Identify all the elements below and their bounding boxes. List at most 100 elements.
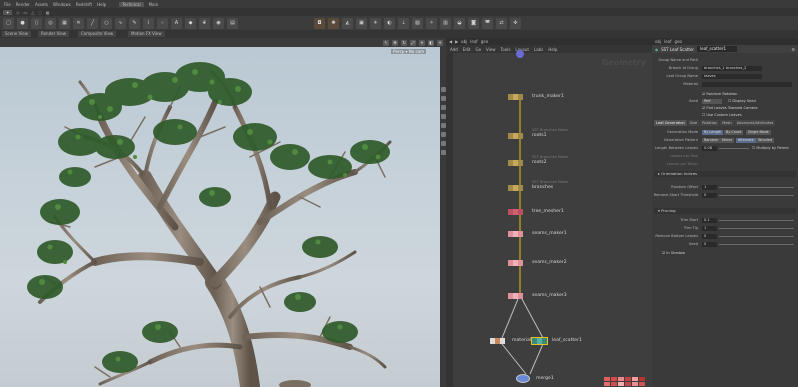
menu-assets[interactable]: Assets	[35, 2, 48, 7]
node-branches[interactable]	[508, 185, 523, 191]
node-seams-maker2[interactable]	[508, 260, 523, 266]
rotate-icon[interactable]: ↻	[401, 39, 407, 46]
volume-light-tool-icon[interactable]: ▧	[412, 17, 423, 29]
node-roots1[interactable]	[508, 133, 523, 139]
env-light-tool-icon[interactable]: ◐	[384, 17, 395, 29]
path-tool-icon[interactable]: ⌇	[143, 17, 154, 29]
grid-tool-icon[interactable]: ▦	[59, 17, 70, 29]
spot-light-tool-icon[interactable]: ◭	[342, 17, 353, 29]
node-seams-maker1[interactable]	[508, 231, 523, 237]
param-checkbox-row[interactable]: ☑ Flat Leaves Towards Camera	[652, 106, 798, 112]
palette-swatch[interactable]	[625, 377, 631, 381]
lsystem-tool-icon[interactable]: ❦	[199, 17, 210, 29]
random-rotation-checkbox[interactable]: ☑ Random Rotation	[702, 92, 737, 96]
font-tool-icon[interactable]: A	[171, 17, 182, 29]
file-tool-icon[interactable]: ▤	[227, 17, 238, 29]
switcher-tool-icon[interactable]: ⇄	[496, 17, 507, 29]
palette-swatch[interactable]	[611, 377, 617, 381]
network-editor[interactable]: ◀ ▶ obj leaf geo Add Edit Go View Tools …	[446, 38, 652, 387]
prune-seed-field[interactable]: 0	[702, 242, 717, 247]
node-trunk-maker1[interactable]	[508, 94, 523, 100]
lighting-icon[interactable]: ☀	[437, 39, 443, 46]
sky-light-tool-icon[interactable]: ☀	[370, 17, 381, 29]
camera-icon[interactable]	[440, 150, 446, 155]
seed-dropdown[interactable]: Perf	[702, 99, 722, 104]
area-light-tool-icon[interactable]: ▣	[356, 17, 367, 29]
palette-swatch[interactable]	[618, 382, 624, 386]
param-checkbox-row[interactable]: ☑ Random Rotation	[652, 92, 798, 98]
gi-light-tool-icon[interactable]: ✧	[426, 17, 437, 29]
remove-short-slider[interactable]	[719, 195, 794, 196]
shelf-tab-create[interactable]: ✦	[3, 9, 13, 15]
handle-icon[interactable]	[440, 87, 446, 92]
wireframe-icon[interactable]	[440, 96, 446, 101]
ambient-light-tool-icon[interactable]: ◒	[454, 17, 465, 29]
tab-motion-fx-view[interactable]: Motion FX View	[128, 31, 165, 37]
spray-paint-tool-icon[interactable]: ⁘	[157, 17, 168, 29]
remove-bottom-slider[interactable]	[719, 236, 794, 237]
menu-file[interactable]: File	[4, 2, 11, 7]
display-seed-checkbox[interactable]: ☐ Display Seed	[728, 99, 756, 103]
param-checkbox-row[interactable]: ☐ Use Custom Leaves	[652, 113, 798, 119]
platonic-tool-icon[interactable]: ◆	[185, 17, 196, 29]
desktop-selector[interactable]: Technical	[119, 1, 144, 7]
param-path-leaf[interactable]: leaf	[664, 39, 671, 44]
length-between-field[interactable]: 0.08	[702, 146, 717, 151]
palette-swatch[interactable]	[611, 382, 617, 386]
remove-short-field[interactable]: 0	[702, 193, 717, 198]
param-path-geo[interactable]: geo	[675, 39, 682, 44]
normals-icon[interactable]	[440, 132, 446, 137]
ghost-icon[interactable]	[440, 114, 446, 119]
pattern-whorled-button[interactable]: Whorled	[756, 138, 775, 143]
display-options-icon[interactable]: ◧	[428, 39, 434, 46]
color-palette[interactable]	[604, 377, 645, 386]
node-roots2[interactable]	[508, 160, 523, 166]
flat-leaves-checkbox[interactable]: ☑ Flat Leaves Towards Camera	[702, 106, 758, 110]
trim-tip-field[interactable]: 1	[702, 226, 717, 231]
tab-rotation[interactable]: Rotation	[700, 120, 720, 126]
scale-icon[interactable]: ⤢	[410, 39, 416, 46]
points-icon[interactable]	[440, 123, 446, 128]
point-light-tool-icon[interactable]: ✺	[328, 17, 339, 29]
camera-tool-icon[interactable]: ◘	[314, 17, 325, 29]
mode-by-count-button[interactable]: By Count	[724, 130, 744, 135]
random-offset-slider[interactable]	[719, 187, 794, 188]
build-selector[interactable]: Main	[149, 2, 159, 7]
null-tool-icon[interactable]: ✕	[73, 17, 84, 29]
in-shadow-checkbox[interactable]: ☑ In Shadow	[662, 251, 685, 255]
draw-curve-tool-icon[interactable]: ✎	[129, 17, 140, 29]
tab-render-view[interactable]: Render View	[38, 31, 70, 37]
vr-camera-tool-icon[interactable]: ◚	[482, 17, 493, 29]
tube-tool-icon[interactable]: ▯	[31, 17, 42, 29]
menu-redshift[interactable]: Redshift	[76, 2, 92, 7]
shelf-tab-modify[interactable]: ◇	[16, 10, 19, 15]
prune-seed-slider[interactable]	[719, 244, 794, 245]
leaf-group-field[interactable]: leaves	[702, 74, 762, 79]
mode-by-length-button[interactable]: By Length	[702, 130, 724, 135]
pattern-mirror-button[interactable]: Mirror	[720, 138, 734, 143]
trim-tip-slider[interactable]	[719, 228, 794, 229]
orientation-section[interactable]: ▸ Orientation Indices	[654, 171, 796, 177]
shelf-tab-model[interactable]: ▭	[23, 10, 27, 15]
palette-swatch[interactable]	[618, 377, 624, 381]
param-path-obj[interactable]: obj	[655, 39, 661, 44]
random-offset-field[interactable]: 1	[702, 185, 717, 190]
select-icon[interactable]: ↖	[383, 39, 389, 46]
palette-swatch[interactable]	[604, 382, 610, 386]
node-tree-mesher1[interactable]	[508, 209, 523, 215]
palette-swatch[interactable]	[604, 377, 610, 381]
tab-composite-view[interactable]: Composite View	[78, 31, 117, 37]
node-merge1[interactable]	[516, 374, 530, 383]
portal-light-tool-icon[interactable]: ▥	[440, 17, 451, 29]
menu-windows[interactable]: Windows	[53, 2, 71, 7]
param-checkbox-row[interactable]: ☑ In Shadow	[652, 251, 798, 257]
tab-mesh[interactable]: Mesh	[720, 120, 734, 126]
palette-swatch[interactable]	[625, 382, 631, 386]
sphere-tool-icon[interactable]: ●	[17, 17, 28, 29]
pruning-section[interactable]: ▾ Pruning	[654, 208, 796, 214]
shelf-tab-deform[interactable]: ◌	[38, 10, 42, 15]
stereo-camera-tool-icon[interactable]: ◙	[468, 17, 479, 29]
transform-icon[interactable]: ✥	[392, 39, 398, 46]
menu-render[interactable]: Render	[16, 2, 30, 7]
tab-size[interactable]: Size	[687, 120, 700, 126]
